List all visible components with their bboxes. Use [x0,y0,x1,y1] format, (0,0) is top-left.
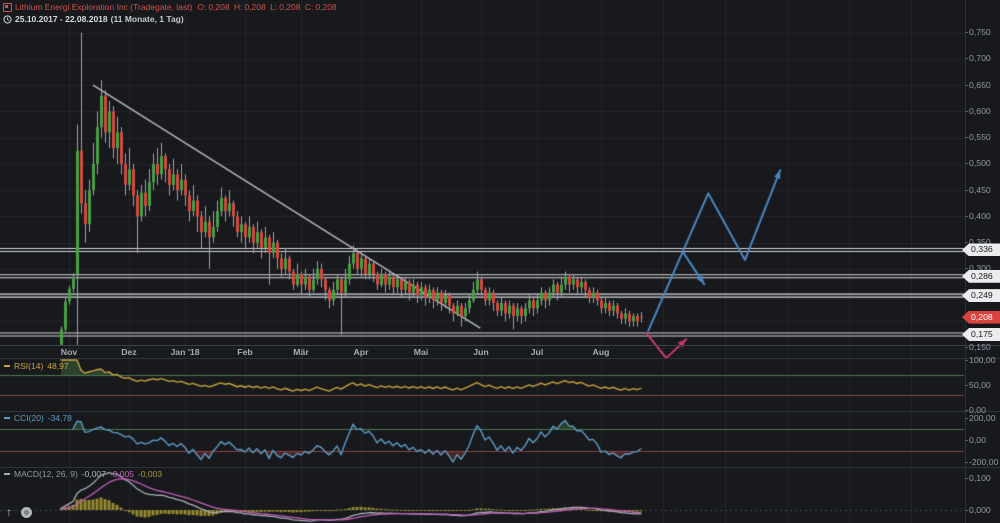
axis-tick-label: 0,750 [969,27,991,37]
chart-window: Lithium Energi Exploration Inc (Tradegat… [0,0,1000,523]
axis-tick-label: 0,100 [969,473,991,483]
high-label: H: [234,2,243,12]
axis-tick-label: 0,150 [969,342,991,352]
high-value: 0,208 [244,2,265,12]
axis-tick-label: 0,700 [969,53,991,63]
cci-label: CCI(20) [14,413,44,423]
close-value: 0,208 [315,2,336,12]
low-value: 0,208 [279,2,300,12]
price-axis[interactable]: 0,750 0,700 0,650 0,600 0,550 0,500 0,450 0,400… [965,0,1000,523]
close-label: C: [305,2,314,12]
ohlc-values: O:0,208 H:0,208 L:0,208 C:0,208 [195,2,336,13]
arrow-up-icon[interactable]: ↑ [6,505,12,519]
range-row: 25.10.2017 - 22.08.2018 (11 Monate, 1 Ta… [3,14,337,25]
axis-tick-label: 0,400 [969,211,991,221]
month-label: Jul [531,347,544,357]
cci-pane-splitter[interactable] [0,411,1000,412]
month-label: Mär [293,347,308,357]
month-label: Dez [121,347,136,357]
macd-signal-value: -0,005 [110,469,134,479]
axis-tick-label: 50,00 [969,380,991,390]
open-label: O: [197,2,206,12]
bottom-toolbar: ↑ [6,505,32,519]
clock-icon [3,15,12,24]
open-value: 0,208 [208,2,229,12]
month-label: Jun [473,347,488,357]
cci-swatch-icon [4,417,10,419]
macd-swatch-icon [4,473,10,475]
rsi-value: 48,97 [47,361,68,371]
axis-tick-label: 0,650 [969,80,991,90]
date-range: 25.10.2017 - 22.08.2018 [15,14,108,25]
rsi-legend[interactable]: RSI(14) 48,97 [4,361,69,371]
time-axis[interactable]: Nov Dez Jan '18 Feb Mär Apr Mai Jun Jul Aug [0,345,965,359]
price-level-badge: 0,175 [962,328,1000,341]
macd-legend[interactable]: MACD(12, 26, 9) -0,007 -0,005 -0,003 [4,469,162,479]
month-label: Jan '18 [170,347,199,357]
axis-tick-label: 0,450 [969,185,991,195]
record-circle-icon[interactable] [21,507,32,518]
axis-tick-label: -200,00 [969,457,998,467]
rsi-label: RSI(14) [14,361,43,371]
month-label: Aug [593,347,610,357]
low-label: L: [270,2,277,12]
price-level-badge: 0,336 [962,243,1000,256]
rsi-swatch-icon [4,365,10,367]
price-level-badge: 0,286 [962,270,1000,283]
instrument-icon [3,3,12,12]
cci-legend[interactable]: CCI(20) -34,78 [4,413,72,423]
price-level-badge: 0,249 [962,289,1000,302]
axis-tick-label: 0,00 [969,435,986,445]
month-label: Mai [414,347,428,357]
chart-header: Lithium Energi Exploration Inc (Tradegat… [3,2,337,25]
axis-tick-label: 0,550 [969,132,991,142]
macd-label: MACD(12, 26, 9) [14,469,78,479]
cci-value: -34,78 [48,413,72,423]
current-price-badge: 0,208 [962,311,1000,324]
period-info: (11 Monate, 1 Tag) [111,14,184,25]
symbol-title: Lithium Energi Exploration Inc (Tradegat… [15,2,192,13]
symbol-row: Lithium Energi Exploration Inc (Tradegat… [3,2,337,13]
axis-tick-label: 0,500 [969,158,991,168]
axis-tick-label: 200,00 [969,413,996,423]
price-chart-canvas[interactable] [0,0,1000,523]
macd-pane-splitter[interactable] [0,467,1000,468]
axis-tick-label: 0,000 [969,505,991,515]
month-label: Feb [237,347,252,357]
month-label: Apr [354,347,369,357]
month-label: Nov [61,347,77,357]
axis-tick-label: 0,600 [969,106,991,116]
macd-hist-value: -0,003 [138,469,162,479]
axis-tick-label: 100,00 [969,355,996,365]
macd-value: -0,007 [82,469,106,479]
